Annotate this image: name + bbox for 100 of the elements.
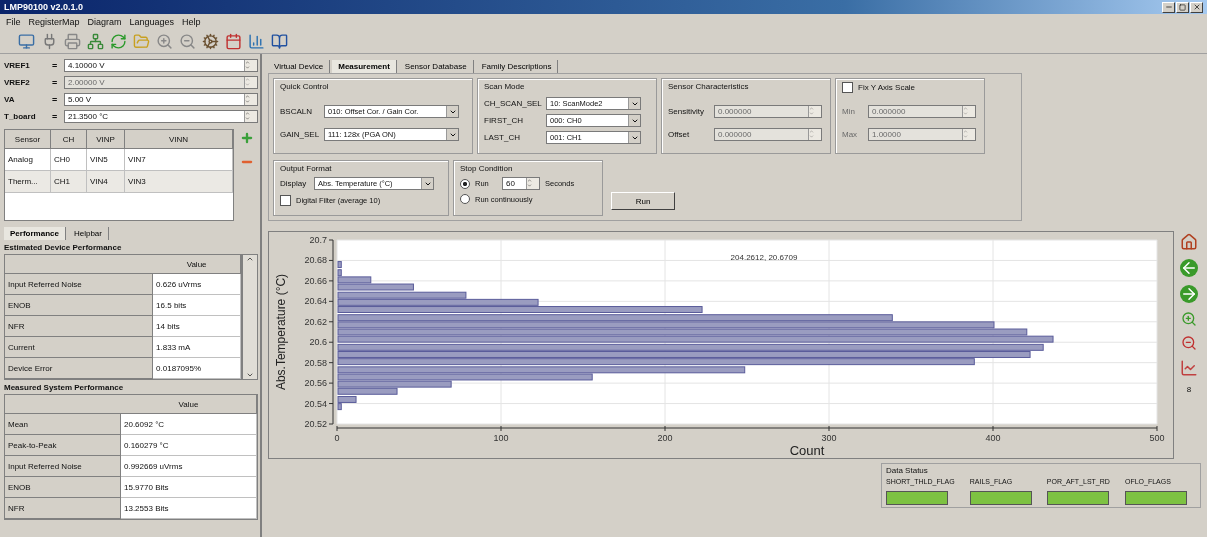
table-cell: 0.626 uVrms <box>153 274 242 295</box>
checkbox[interactable] <box>280 195 291 206</box>
zoom-in-icon[interactable] <box>156 32 173 50</box>
monitor-icon[interactable] <box>18 32 35 50</box>
row-header: Input Referred Noise <box>5 274 154 295</box>
table-cell: VIN4 <box>87 171 125 193</box>
menu-item[interactable]: Diagram <box>87 16 122 27</box>
menu-item[interactable]: RegisterMap <box>28 16 80 27</box>
row-header: Current <box>5 337 154 358</box>
run-button[interactable]: Run <box>611 192 675 210</box>
tool-label: 8 <box>1186 385 1192 394</box>
equals-sign: = <box>52 60 59 71</box>
settings-icon[interactable] <box>202 32 219 50</box>
table-cell: CH1 <box>51 171 87 193</box>
table-cell: VIN5 <box>87 149 125 171</box>
spin-field[interactable]: 60 <box>502 177 540 190</box>
row-header: Input Referred Noise <box>5 456 121 477</box>
tick-label: 20.54 <box>304 398 327 409</box>
field-label: Display <box>280 179 308 188</box>
table-cell: CH0 <box>51 149 87 171</box>
param-label: VREF2 <box>4 78 31 87</box>
tick-label: 200 <box>657 433 673 443</box>
tick-label: 400 <box>985 433 1001 443</box>
tab[interactable]: Performance <box>4 227 66 240</box>
table-cell: Therm... <box>5 171 51 193</box>
table-cell: 13.2553 Bits <box>121 498 257 519</box>
spin-field[interactable]: 21.3500 °C <box>64 110 258 123</box>
table-cell: 0.992669 uVrms <box>121 456 257 477</box>
tick-label: 500 <box>1149 433 1165 443</box>
field-label: FIRST_CH <box>484 116 525 125</box>
table-cell: 0.160279 °C <box>121 435 257 456</box>
table-cell: 0.0187095% <box>153 358 242 379</box>
network-icon[interactable] <box>87 32 104 50</box>
row-header: NFR <box>5 316 154 337</box>
tick-label: 100 <box>493 433 509 443</box>
column-header: VINP <box>87 130 125 149</box>
row-header: Device Error <box>5 358 154 379</box>
minimize-button[interactable] <box>1162 1 1175 13</box>
cursor-readout: 204.2612, 20.6709 <box>730 253 798 262</box>
forward-icon[interactable] <box>1180 285 1198 305</box>
window-title: LMP90100 v2.0.1.0 <box>4 2 84 12</box>
field-label: GAIN_SEL <box>280 130 318 139</box>
menu-item[interactable]: File <box>6 16 21 27</box>
tick-label: 20.68 <box>304 255 327 266</box>
field-label: CH_SCAN_SEL <box>484 99 540 108</box>
column-header: Sensor <box>5 130 51 149</box>
home-icon[interactable] <box>1180 233 1198 253</box>
checkbox[interactable] <box>842 82 853 93</box>
menu-item[interactable]: Help <box>182 16 201 27</box>
table-cell: 20.6092 °C <box>121 414 257 435</box>
tick-label: 20.52 <box>304 419 327 429</box>
close-button[interactable] <box>1190 1 1203 13</box>
row-header: Mean <box>5 414 121 435</box>
spin-field[interactable]: 5.00 V <box>64 93 258 106</box>
tick-label: 20.6 <box>309 337 327 348</box>
checkbox-label: Fix Y Axis Scale <box>858 83 916 92</box>
radio-button[interactable] <box>460 194 470 204</box>
param-label: VA <box>4 95 16 104</box>
row-header: Peak-to-Peak <box>5 435 121 456</box>
table-cell: VIN7 <box>125 149 233 171</box>
group-title: Output Format <box>280 164 333 173</box>
menu-item[interactable]: Languages <box>129 16 175 27</box>
field-label: Min <box>842 107 856 116</box>
maximize-button[interactable] <box>1176 1 1189 13</box>
spin-field[interactable]: 4.10000 V <box>64 59 258 72</box>
column-header: Value <box>153 255 242 274</box>
tab[interactable]: Measurement <box>332 60 397 73</box>
tick-label: 20.66 <box>304 275 327 286</box>
plus-icon <box>240 131 254 145</box>
tick-label: 20.62 <box>304 316 327 327</box>
book-icon[interactable] <box>271 32 288 50</box>
param-label: T_board <box>4 112 37 121</box>
section-title: Estimated Device Performance <box>4 243 123 252</box>
tick-label: 20.7 <box>309 235 327 245</box>
field-label: Max <box>842 130 859 139</box>
radio-button[interactable] <box>460 178 470 189</box>
axis-title: Abs.Temperature (°C) <box>274 273 288 391</box>
equals-sign: = <box>52 111 59 122</box>
group-title: Sensor Characteristics <box>668 82 750 91</box>
group-title: Data Status <box>886 466 929 475</box>
line-chart-icon[interactable] <box>1180 359 1198 379</box>
table-cell: 15.9770 Bits <box>121 477 257 498</box>
table-cell: VIN3 <box>125 171 233 193</box>
row-header: NFR <box>5 498 121 519</box>
tick-label: 20.64 <box>304 296 327 307</box>
field-label: BSCALN <box>280 107 313 116</box>
printer-icon[interactable] <box>64 32 81 50</box>
table-cell: 1.833 mA <box>153 337 242 358</box>
close-icon <box>1192 3 1201 11</box>
refresh-icon[interactable] <box>110 32 127 50</box>
calendar-icon[interactable] <box>225 32 242 50</box>
equals-sign: = <box>52 94 59 105</box>
tick-label: 0 <box>334 433 340 443</box>
bar-chart-icon[interactable] <box>248 32 265 50</box>
zoom-out-icon[interactable] <box>179 32 196 50</box>
tick-label: 20.58 <box>304 357 327 368</box>
column-header: Value <box>121 395 257 414</box>
field-label: Sensitivity <box>668 107 705 116</box>
back-icon[interactable] <box>1180 259 1198 279</box>
minimize-icon <box>1164 3 1173 11</box>
